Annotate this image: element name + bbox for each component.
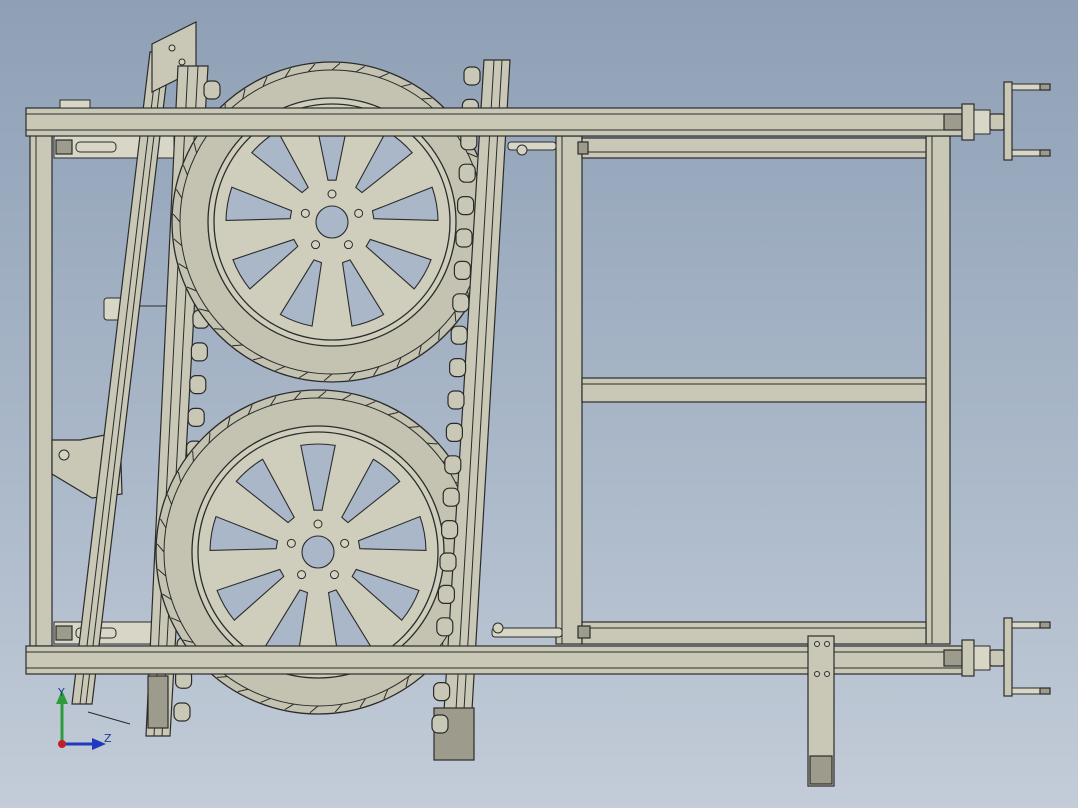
bottom-inner-rail [581, 621, 927, 645]
wheel-hub-bottom [943, 617, 1051, 697]
track-roller [173, 702, 191, 722]
track-roller [433, 681, 451, 702]
lug-hole [343, 240, 353, 250]
track-roller [436, 617, 454, 637]
trailer-frame-drawing: Y Z [25, 21, 1051, 787]
track-roller [453, 260, 471, 280]
y-axis-label: Y [57, 686, 65, 699]
lug-hole [354, 208, 364, 218]
top-main-beam [25, 107, 971, 137]
center-bore [301, 535, 335, 569]
lug-hole [313, 519, 323, 529]
beam-end-tab [59, 99, 91, 109]
track-roller [445, 422, 463, 442]
track-roller [463, 66, 481, 86]
cad-viewport[interactable]: Y Z [0, 0, 1078, 808]
track-roller [190, 342, 208, 362]
track-roller [189, 375, 207, 395]
track-roller [447, 390, 465, 410]
lug-hole [311, 240, 321, 250]
rear-frame-section [555, 135, 951, 645]
center-bore [315, 205, 349, 239]
left-track-foot [147, 675, 169, 729]
track-roller [437, 584, 455, 605]
middle-cross-member [581, 377, 927, 403]
vertical-member-left [555, 135, 583, 645]
spare-wheels [155, 61, 493, 715]
vertical-member-right [925, 135, 951, 645]
track-roller [442, 487, 460, 507]
z-axis-label: Z [104, 732, 112, 745]
track-roller [187, 407, 205, 427]
lug-hole [286, 538, 296, 548]
lug-hole [340, 538, 350, 548]
track-roller [431, 714, 449, 734]
track-roller [457, 196, 475, 216]
lug-hole [329, 570, 339, 580]
wheel-hub-top [943, 81, 1051, 161]
track-roller [441, 519, 459, 540]
track-roller [444, 455, 462, 475]
track-roller [458, 163, 476, 183]
track-roller [439, 552, 457, 572]
lug-hole [300, 208, 310, 218]
track-roller [450, 325, 468, 345]
triad-origin [58, 740, 66, 748]
left-vertical-member [29, 133, 53, 647]
lug-hole [297, 570, 307, 580]
track-roller [449, 358, 467, 378]
track-roller [203, 80, 221, 100]
support-leg [807, 635, 835, 787]
lug-hole [327, 189, 337, 199]
track-roller [455, 228, 473, 248]
track-roller [452, 293, 470, 313]
top-inner-rail [581, 137, 927, 159]
